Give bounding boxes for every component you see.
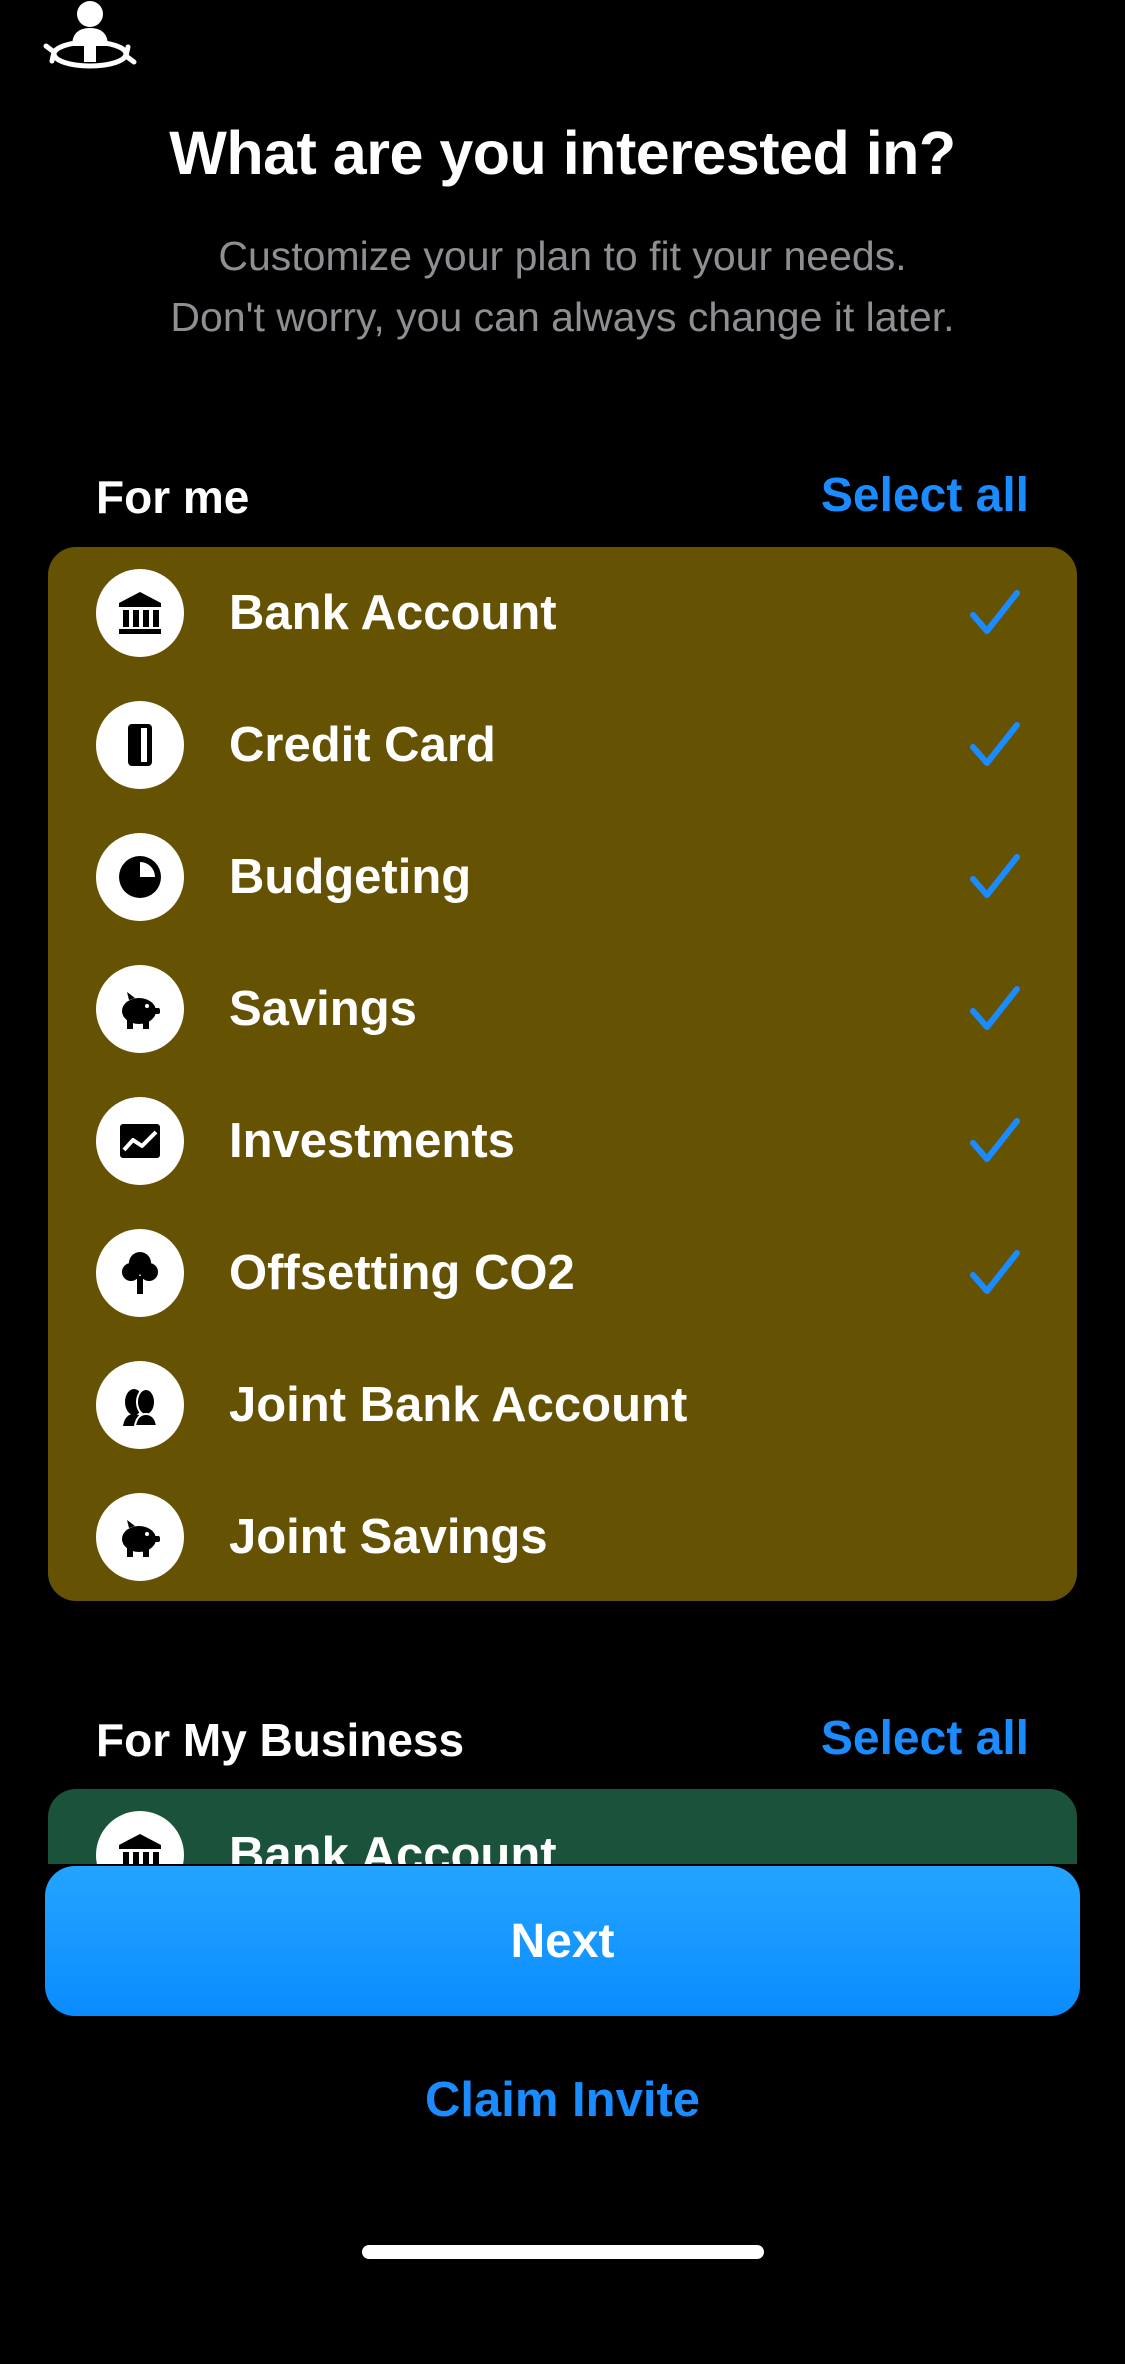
section-header-for-business: For My Business Select all [96,1711,1029,1773]
subtitle-line-2: Don't worry, you can always change it la… [170,294,955,340]
option-label: Savings [229,982,417,1036]
checkmark-icon [970,722,1020,766]
people-icon [96,1361,184,1449]
tree-icon [96,1229,184,1317]
subtitle-line-1: Customize your plan to fit your needs. [218,233,907,279]
option-label: Credit Card [229,718,496,772]
section-header-for-me: For me Select all [96,468,1029,530]
checkmark-icon [970,854,1020,898]
option-label: Investments [229,1114,515,1168]
pie-chart-icon [96,833,184,921]
option-savings[interactable]: Savings [48,943,1077,1075]
checkmark-icon [970,1118,1020,1162]
option-label: Budgeting [229,850,472,904]
for-me-card: Bank Account Credit Card Budgeting Savin… [48,547,1077,1601]
piggy-bank-icon [96,1493,184,1581]
app-logo-icon [42,0,138,74]
section-title-for-me: For me [96,471,250,523]
credit-card-icon [96,701,184,789]
checkmark-icon [970,986,1020,1030]
bank-icon [96,569,184,657]
page-title: What are you interested in? [169,119,956,187]
option-label: Bank Account [229,586,557,640]
option-label: Joint Bank Account [229,1378,688,1432]
option-bank-account[interactable]: Bank Account [48,547,1077,679]
page-subtitle: Customize your plan to fit your needs. D… [0,226,1125,348]
option-label: Offsetting CO2 [229,1246,575,1300]
option-joint-savings[interactable]: Joint Savings [48,1471,1077,1603]
option-joint-bank-account[interactable]: Joint Bank Account [48,1339,1077,1471]
checkmark-icon [970,1250,1020,1294]
claim-invite-link[interactable]: Claim Invite [0,2072,1125,2128]
select-all-for-business-button[interactable]: Select all [821,1711,1029,1766]
next-button[interactable]: Next [45,1866,1080,2016]
chart-icon [96,1097,184,1185]
home-indicator[interactable] [362,2245,764,2259]
select-all-for-me-button[interactable]: Select all [821,468,1029,523]
section-title-for-business: For My Business [96,1714,465,1766]
option-offsetting-co2[interactable]: Offsetting CO2 [48,1207,1077,1339]
option-investments[interactable]: Investments [48,1075,1077,1207]
checkmark-icon [970,590,1020,634]
option-credit-card[interactable]: Credit Card [48,679,1077,811]
option-budgeting[interactable]: Budgeting [48,811,1077,943]
option-label: Joint Savings [229,1510,548,1564]
piggy-bank-icon [96,965,184,1053]
